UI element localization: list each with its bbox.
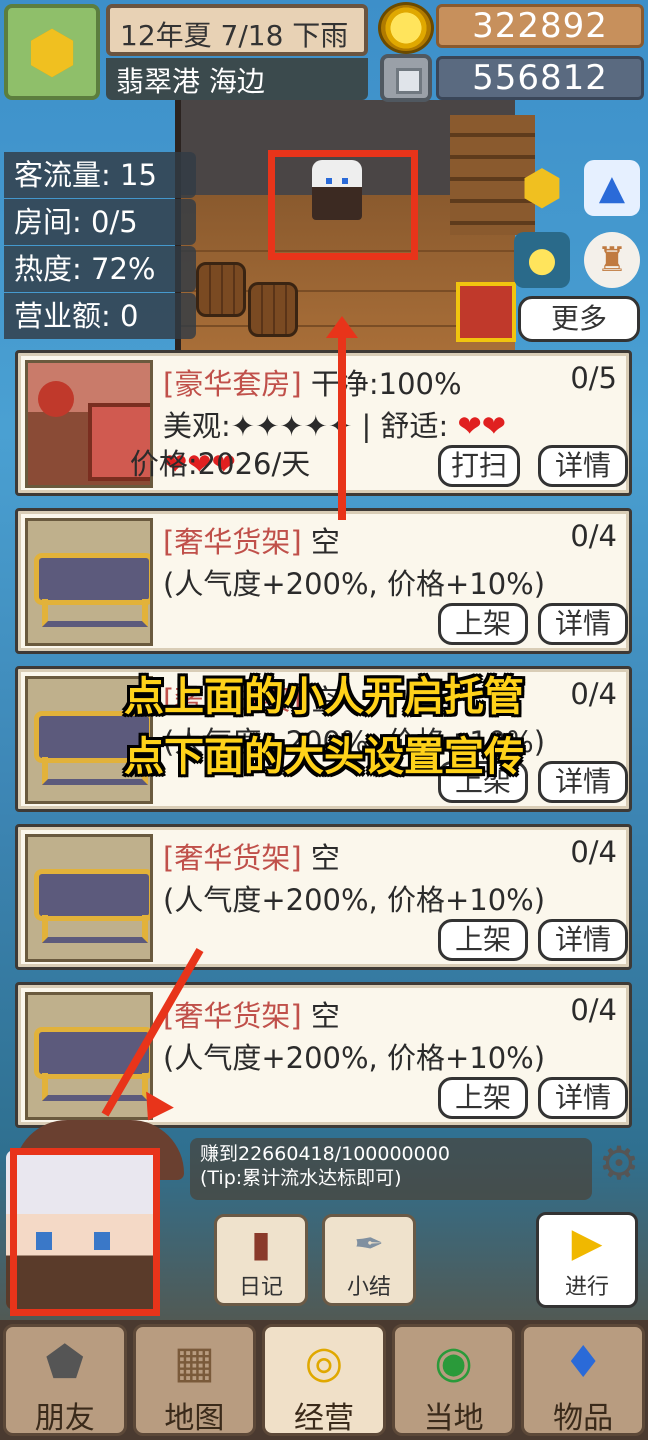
shelf-card[interactable]: [奢华货架] 空 0/4 (人气度+200%, 价格+10%) 上架 详情 [15, 508, 632, 654]
honeycomb-icon[interactable]: ⬢ [514, 160, 570, 216]
book-icon: ▮ [251, 1224, 271, 1265]
coin-stack-icon: ◎ [304, 1337, 344, 1388]
summary-button[interactable]: ✒ 小结 [322, 1214, 416, 1306]
shelf-card[interactable]: [奢华货架] 空 0/4 (人气度+200%, 价格+10%) 上架 详情 [15, 824, 632, 970]
water-drop-icon[interactable]: ▲ [584, 160, 640, 216]
tab-items[interactable]: ♦ 物品 [521, 1324, 645, 1436]
scene-poster [456, 282, 516, 342]
bottom-nav: ⬟ 朋友 ▦ 地图 ◎ 经营 ◉ 当地 ♦ 物品 [0, 1320, 648, 1440]
shelf-bonus: (人气度+200%, 价格+10%) [163, 1041, 546, 1075]
room-price: 价格:2026/天 [129, 447, 311, 481]
stat-traffic: 客流量: 15 [4, 152, 196, 198]
shelf-thumbnail [25, 518, 153, 646]
stat-rooms: 房间: 0/5 [4, 199, 196, 245]
summary-label: 小结 [346, 1275, 391, 1300]
shelf-type-tag: [奢华货架] [163, 841, 302, 875]
shield-icon: ⬟ [45, 1337, 84, 1388]
tab-business-label: 经营 [293, 1401, 354, 1436]
instruction-line-1: 点上面的小人开启托管 [124, 674, 524, 720]
details-button[interactable]: 详情 [538, 1077, 628, 1119]
scene-barrel [248, 282, 298, 337]
shelf-status: 空 [310, 525, 340, 559]
stock-count: 0/4 [570, 993, 617, 1027]
quill-icon: ✒ [353, 1224, 385, 1265]
honeycomb-icon[interactable]: ⬢ [4, 4, 100, 100]
proceed-label: 进行 [564, 1275, 609, 1300]
room-card-suite[interactable]: [豪华套房] 干净:100% 0/5 美观:✦✦✦✦✦ | 舒适: ❤❤ ❤❤❤… [15, 350, 632, 496]
more-button[interactable]: 更多 [518, 296, 640, 342]
room-type-tag: [豪华套房] [163, 367, 302, 401]
earnings-text: 赚到22660418/100000000 [200, 1143, 450, 1165]
beauty-comfort: 美观:✦✦✦✦✦ | 舒适: [163, 409, 458, 443]
shop-stats: 客流量: 15 房间: 0/5 热度: 72% 营业额: 0 [4, 152, 204, 340]
instruction-line-2: 点下面的大头设置宣传 [124, 734, 524, 780]
arrow-up-shaft [338, 330, 346, 520]
stock-count: 0/4 [570, 835, 617, 869]
highlight-manager [268, 150, 418, 260]
coin-icon [378, 2, 434, 54]
map-icon: ▦ [173, 1337, 216, 1388]
stock-count: 0/4 [570, 519, 617, 553]
tab-map[interactable]: ▦ 地图 [132, 1324, 257, 1436]
tab-map-label: 地图 [164, 1401, 225, 1436]
tab-local[interactable]: ◉ 当地 [391, 1324, 516, 1436]
date-weather: 12年夏 7/18 下雨 [106, 4, 368, 56]
silver-icon [380, 54, 432, 102]
lightbulb-icon[interactable]: ● [514, 232, 570, 288]
tab-friends[interactable]: ⬟ 朋友 [3, 1324, 127, 1436]
earnings-tip: (Tip:累计流水达标即可) [200, 1167, 402, 1189]
comfort-hearts: ❤❤ [457, 409, 507, 443]
stat-revenue: 营业额: 0 [4, 293, 196, 339]
arrow-up-head [326, 316, 358, 338]
coin-amount: 322892 [436, 4, 644, 48]
occupancy-count: 0/5 [570, 361, 617, 395]
diary-label: 日记 [238, 1275, 283, 1300]
details-button[interactable]: 详情 [538, 603, 628, 645]
diary-button[interactable]: ▮ 日记 [214, 1214, 308, 1306]
stock-button[interactable]: 上架 [438, 919, 528, 961]
shelf-thumbnail [25, 834, 153, 962]
tab-local-label: 当地 [423, 1401, 484, 1436]
shelf-status: 空 [310, 999, 340, 1033]
clean-button[interactable]: 打扫 [438, 445, 520, 487]
target-icon: ◉ [434, 1337, 473, 1388]
earnings-progress: 赚到22660418/100000000 (Tip:累计流水达标即可) [190, 1138, 592, 1200]
top-bar: ⬢ 12年夏 7/18 下雨 翡翠港 海边 322892 556812 [0, 0, 648, 105]
gear-icon[interactable]: ⚙ [594, 1138, 644, 1188]
silver-amount: 556812 [436, 56, 644, 100]
shelf-type-tag: [奢华货架] [163, 999, 302, 1033]
bottle-icon[interactable]: ♜ [584, 232, 640, 288]
proceed-button[interactable]: ▶ 进行 [536, 1212, 638, 1308]
stock-button[interactable]: 上架 [438, 603, 528, 645]
shelf-type-tag: [奢华货架] [163, 525, 302, 559]
shelf-bonus: (人气度+200%, 价格+10%) [163, 883, 546, 917]
bag-icon: ♦ [563, 1337, 603, 1388]
play-icon: ▶ [571, 1220, 603, 1266]
details-button[interactable]: 详情 [538, 919, 628, 961]
stat-heat: 热度: 72% [4, 246, 196, 292]
tab-business[interactable]: ◎ 经营 [262, 1324, 386, 1436]
stock-button[interactable]: 上架 [438, 1077, 528, 1119]
clean-status: 干净:100% [310, 367, 462, 401]
shelf-bonus: (人气度+200%, 价格+10%) [163, 567, 546, 601]
highlight-avatar [10, 1148, 160, 1316]
shelf-status: 空 [310, 841, 340, 875]
details-button[interactable]: 详情 [538, 445, 628, 487]
location-label: 翡翠港 海边 [106, 58, 368, 100]
tab-friends-label: 朋友 [34, 1401, 95, 1436]
tab-items-label: 物品 [553, 1401, 614, 1436]
